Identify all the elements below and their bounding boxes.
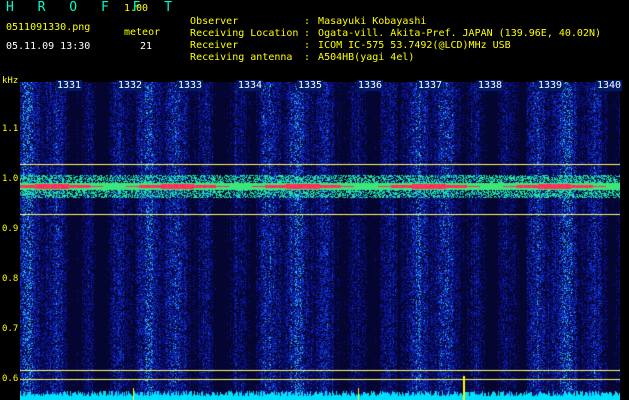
info-row-antenna: Receiving antenna: A504HB(yagi 4el) [190, 52, 415, 63]
file-datetime: 05.11.09 13:30 [6, 41, 91, 52]
x-tick-label: 1338 [477, 80, 504, 91]
meteor-label: meteor [124, 27, 161, 38]
app-version: 1.00 [124, 3, 149, 14]
info-key: Receiving antenna [190, 52, 293, 63]
info-value: A504HB(yagi 4el) [318, 52, 415, 63]
y-tick-label: 0.6 [2, 374, 19, 384]
y-tick-label: 1.0 [2, 174, 19, 184]
meteor-count: 21 [140, 41, 153, 52]
x-tick-label: 1335 [297, 80, 324, 91]
spectrogram-display[interactable] [20, 82, 620, 400]
x-tick-label: 1332 [117, 80, 144, 91]
y-tick-label: 0.8 [2, 274, 19, 284]
y-tick-label: 0.7 [2, 324, 19, 334]
x-tick-label: 1333 [177, 80, 204, 91]
y-tick-label: 1.1 [2, 124, 19, 134]
app-title: H R O F F T [6, 0, 181, 15]
x-tick-label: 1334 [237, 80, 264, 91]
x-tick-label: 1337 [417, 80, 444, 91]
x-tick-label: 1340 [596, 80, 623, 91]
y-axis-unit: kHz [2, 76, 19, 86]
x-tick-label: 1339 [537, 80, 564, 91]
file-name: 0511091330.png [6, 22, 91, 33]
x-tick-label: 1331 [56, 80, 83, 91]
y-tick-label: 0.9 [2, 224, 19, 234]
x-tick-label: 1336 [357, 80, 384, 91]
